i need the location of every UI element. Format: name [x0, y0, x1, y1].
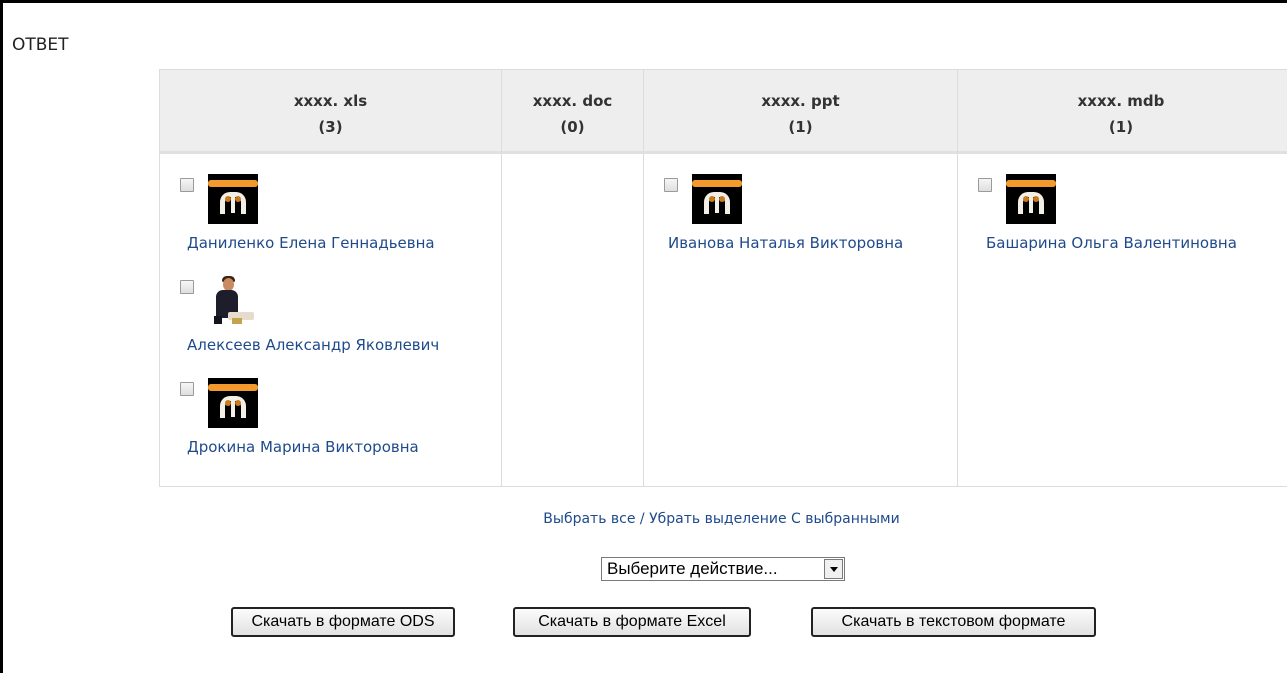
with-selected-label: С выбранными — [786, 511, 900, 527]
avatar-photo-icon — [208, 276, 258, 326]
select-checkbox[interactable] — [978, 178, 992, 192]
column-count: (1) — [788, 118, 813, 136]
person-link[interactable]: Иванова Наталья Викторовна — [668, 234, 903, 252]
link-separator: / — [635, 511, 650, 527]
column-count: (3) — [318, 118, 343, 136]
deselect-all-link[interactable]: Убрать выделение — [649, 511, 787, 527]
action-select-value: Выберите действие... — [607, 559, 778, 578]
column-count: (0) — [560, 118, 585, 136]
avatar-logo-icon — [208, 174, 258, 224]
action-select[interactable]: Выберите действие... — [601, 557, 845, 581]
column-name: xxxx. xls — [293, 92, 368, 110]
column-ppt: xxxx. ppt (1) Иванова Наталья Викторовна — [644, 70, 958, 486]
section-title: ОТВЕТ — [12, 35, 69, 55]
download-excel-button[interactable]: Скачать в формате Excel — [513, 607, 751, 637]
column-header: xxxx. doc (0) — [502, 70, 643, 154]
avatar-logo-icon — [692, 174, 742, 224]
person-link[interactable]: Даниленко Елена Геннадьевна — [187, 234, 435, 252]
select-checkbox[interactable] — [180, 280, 194, 294]
download-text-button[interactable]: Скачать в текстовом формате — [811, 607, 1096, 637]
column-mdb: xxxx. mdb (1) Башарина Ольга Валентиновн… — [958, 70, 1287, 486]
person-link[interactable]: Башарина Ольга Валентиновна — [986, 234, 1237, 252]
person-link[interactable]: Алексеев Александр Яковлевич — [187, 336, 439, 354]
column-header: xxxx. mdb (1) — [958, 70, 1287, 154]
avatar-logo-icon — [208, 378, 258, 428]
select-checkbox[interactable] — [180, 178, 194, 192]
column-header: xxxx. xls (3) — [160, 70, 501, 154]
column-doc: xxxx. doc (0) — [502, 70, 644, 486]
select-checkbox[interactable] — [664, 178, 678, 192]
select-checkbox[interactable] — [180, 382, 194, 396]
column-count: (1) — [1108, 118, 1134, 136]
chevron-down-icon[interactable] — [824, 559, 843, 579]
avatar-logo-icon — [1006, 174, 1056, 224]
column-name: xxxx. ppt — [761, 92, 840, 110]
column-name: xxxx. mdb — [1077, 92, 1165, 110]
column-name: xxxx. doc — [532, 92, 613, 110]
column-header: xxxx. ppt (1) — [644, 70, 957, 154]
select-all-link[interactable]: Выбрать все — [543, 511, 635, 527]
person-link[interactable]: Дрокина Марина Викторовна — [187, 438, 419, 456]
column-xls: xxxx. xls (3) Даниленко Елена Геннадьевн… — [160, 70, 502, 486]
download-ods-button[interactable]: Скачать в формате ODS — [231, 607, 455, 637]
results-table: xxxx. xls (3) Даниленко Елена Геннадьевн… — [159, 69, 1287, 487]
selection-links: Выбрать все / Убрать выделение С выбранн… — [0, 511, 1287, 527]
